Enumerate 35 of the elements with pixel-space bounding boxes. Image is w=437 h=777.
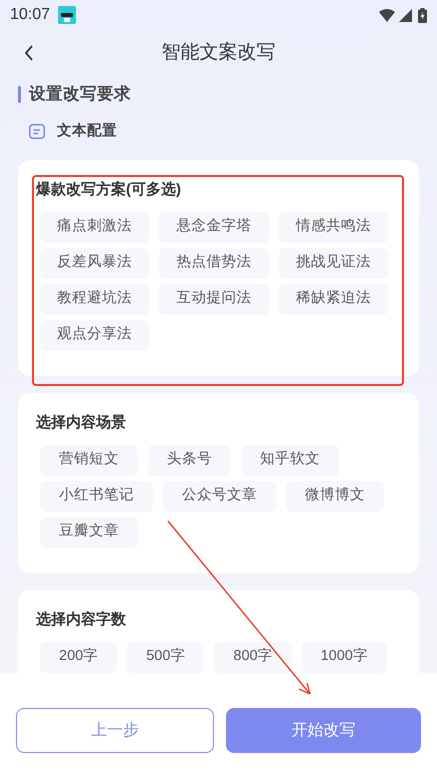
option-chip[interactable]: 豆瓣文章 xyxy=(40,516,138,548)
option-chip[interactable]: 教程避坑法 xyxy=(40,284,150,315)
option-chip[interactable]: 微博博文 xyxy=(286,480,384,512)
option-chip[interactable]: 知乎软文 xyxy=(241,444,339,476)
option-chip[interactable]: 情感共鸣法 xyxy=(278,212,388,243)
group-title: 选择内容场景 xyxy=(36,412,127,433)
option-chip[interactable]: 小红书笔记 xyxy=(40,480,153,512)
page-title: 智能文案改写 xyxy=(162,40,276,65)
option-chip[interactable]: 公众号文章 xyxy=(163,480,276,512)
back-icon[interactable] xyxy=(24,45,34,61)
option-chip[interactable]: 反差风暴法 xyxy=(40,248,150,279)
group-title: 爆款改写方案(可多选) xyxy=(36,180,182,200)
battery-icon xyxy=(418,8,427,22)
option-chip[interactable]: 头条号 xyxy=(148,444,231,476)
option-chip[interactable]: 营销短文 xyxy=(40,444,138,476)
signal-icon xyxy=(399,8,412,22)
option-chip[interactable]: 500字 xyxy=(127,642,204,673)
section-title: 设置改写要求 xyxy=(29,84,131,105)
wifi-icon xyxy=(379,8,395,22)
document-icon xyxy=(29,124,45,140)
option-chip[interactable]: 痛点刺激法 xyxy=(40,212,150,243)
subsection-title: 文本配置 xyxy=(57,122,117,141)
status-time: 10:07 xyxy=(10,5,50,25)
option-chip[interactable]: 稀缺紧迫法 xyxy=(278,284,388,315)
option-chip[interactable]: 200字 xyxy=(40,642,118,673)
option-chip[interactable]: 悬念金字塔 xyxy=(159,212,269,243)
option-chip[interactable]: 挑战见证法 xyxy=(278,248,388,279)
option-chip[interactable]: 热点借势法 xyxy=(159,248,269,279)
option-chip[interactable]: 1000字 xyxy=(302,642,387,673)
section-marker xyxy=(18,86,21,102)
group-title: 选择内容字数 xyxy=(36,610,127,630)
option-chip[interactable]: 800字 xyxy=(214,642,292,673)
option-chip[interactable]: 互动提问法 xyxy=(159,284,269,315)
app-icon xyxy=(58,6,76,24)
option-chip[interactable]: 观点分享法 xyxy=(40,320,150,351)
